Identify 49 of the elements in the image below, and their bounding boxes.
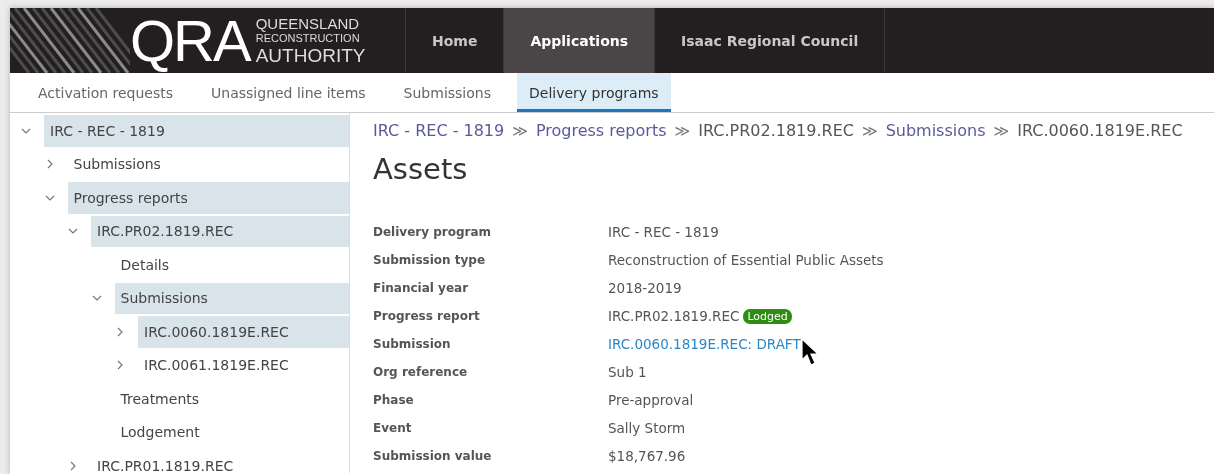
tree-item[interactable]: IRC.PR02.1819.REC	[91, 215, 349, 247]
field-value: Sally Storm	[608, 420, 686, 436]
field-label: Org reference	[373, 365, 469, 379]
logo-text: AUTHORITY	[255, 46, 366, 65]
field-value: IRC - REC - 1819	[608, 224, 719, 240]
breadcrumb-item: IRC.0060.1819E.REC	[1017, 121, 1183, 140]
tab[interactable]: Unassigned line items	[199, 73, 378, 112]
tree-item[interactable]: IRC.PR01.1819.REC	[91, 450, 349, 474]
breadcrumb-separator: ≫	[512, 121, 528, 140]
tree-item[interactable]: Treatments	[114, 383, 349, 415]
field-value: IRC.PR02.1819.REC	[608, 308, 740, 324]
tree-item[interactable]: Details	[114, 249, 349, 281]
breadcrumb-separator: ≫	[861, 121, 878, 140]
breadcrumb-link[interactable]: IRC - REC - 1819	[373, 121, 505, 140]
breadcrumb-link[interactable]: Submissions	[885, 121, 986, 140]
tab[interactable]: Delivery programs	[517, 73, 671, 112]
breadcrumb-separator: ≫	[674, 121, 691, 140]
tree-item[interactable]: IRC.0060.1819E.REC	[138, 316, 349, 348]
field-value: 2018-2019	[608, 280, 682, 296]
field-value: Sub 1	[608, 364, 647, 380]
field-label: Event	[373, 421, 413, 435]
tree-item[interactable]: Lodgement	[114, 416, 349, 448]
tab[interactable]: Submissions	[391, 73, 503, 112]
field-label: Financial year	[373, 281, 470, 295]
field-value: Reconstruction of Essential Public Assets	[608, 252, 884, 268]
submission-link[interactable]: IRC.0060.1819E.REC: DRAFT	[608, 336, 801, 352]
breadcrumb-link[interactable]: Progress reports	[535, 121, 667, 140]
field-value: $18,767.96	[608, 448, 686, 464]
nav-link[interactable]: Applications	[504, 8, 656, 73]
logo-text: QUEENSLAND	[255, 16, 361, 31]
field-label: Submission	[373, 337, 452, 351]
status-badge: Lodged	[743, 308, 792, 324]
tree-item[interactable]: IRC.0061.1819E.REC	[138, 349, 349, 381]
logo-mark: QRA	[130, 11, 250, 70]
logo-text: RECONSTRUCTION	[255, 33, 361, 44]
field-label: Phase	[373, 393, 415, 407]
tree-item[interactable]: Progress reports	[67, 182, 349, 214]
breadcrumb-separator: ≫	[993, 121, 1010, 140]
tree-item[interactable]: Submissions	[114, 282, 349, 314]
page-title: Assets	[373, 152, 469, 186]
field-label: Submission value	[373, 449, 493, 463]
tree-item[interactable]: Submissions	[67, 148, 349, 180]
tab[interactable]: Activation requests	[26, 73, 186, 112]
breadcrumb-item: IRC.PR02.1819.REC	[698, 121, 854, 140]
field-label: Delivery program	[373, 225, 493, 239]
tree-item[interactable]: IRC - REC - 1819	[44, 115, 349, 147]
field-value: Pre-approval	[608, 392, 694, 408]
field-label: Progress report	[373, 309, 481, 323]
field-label: Submission type	[373, 253, 487, 267]
